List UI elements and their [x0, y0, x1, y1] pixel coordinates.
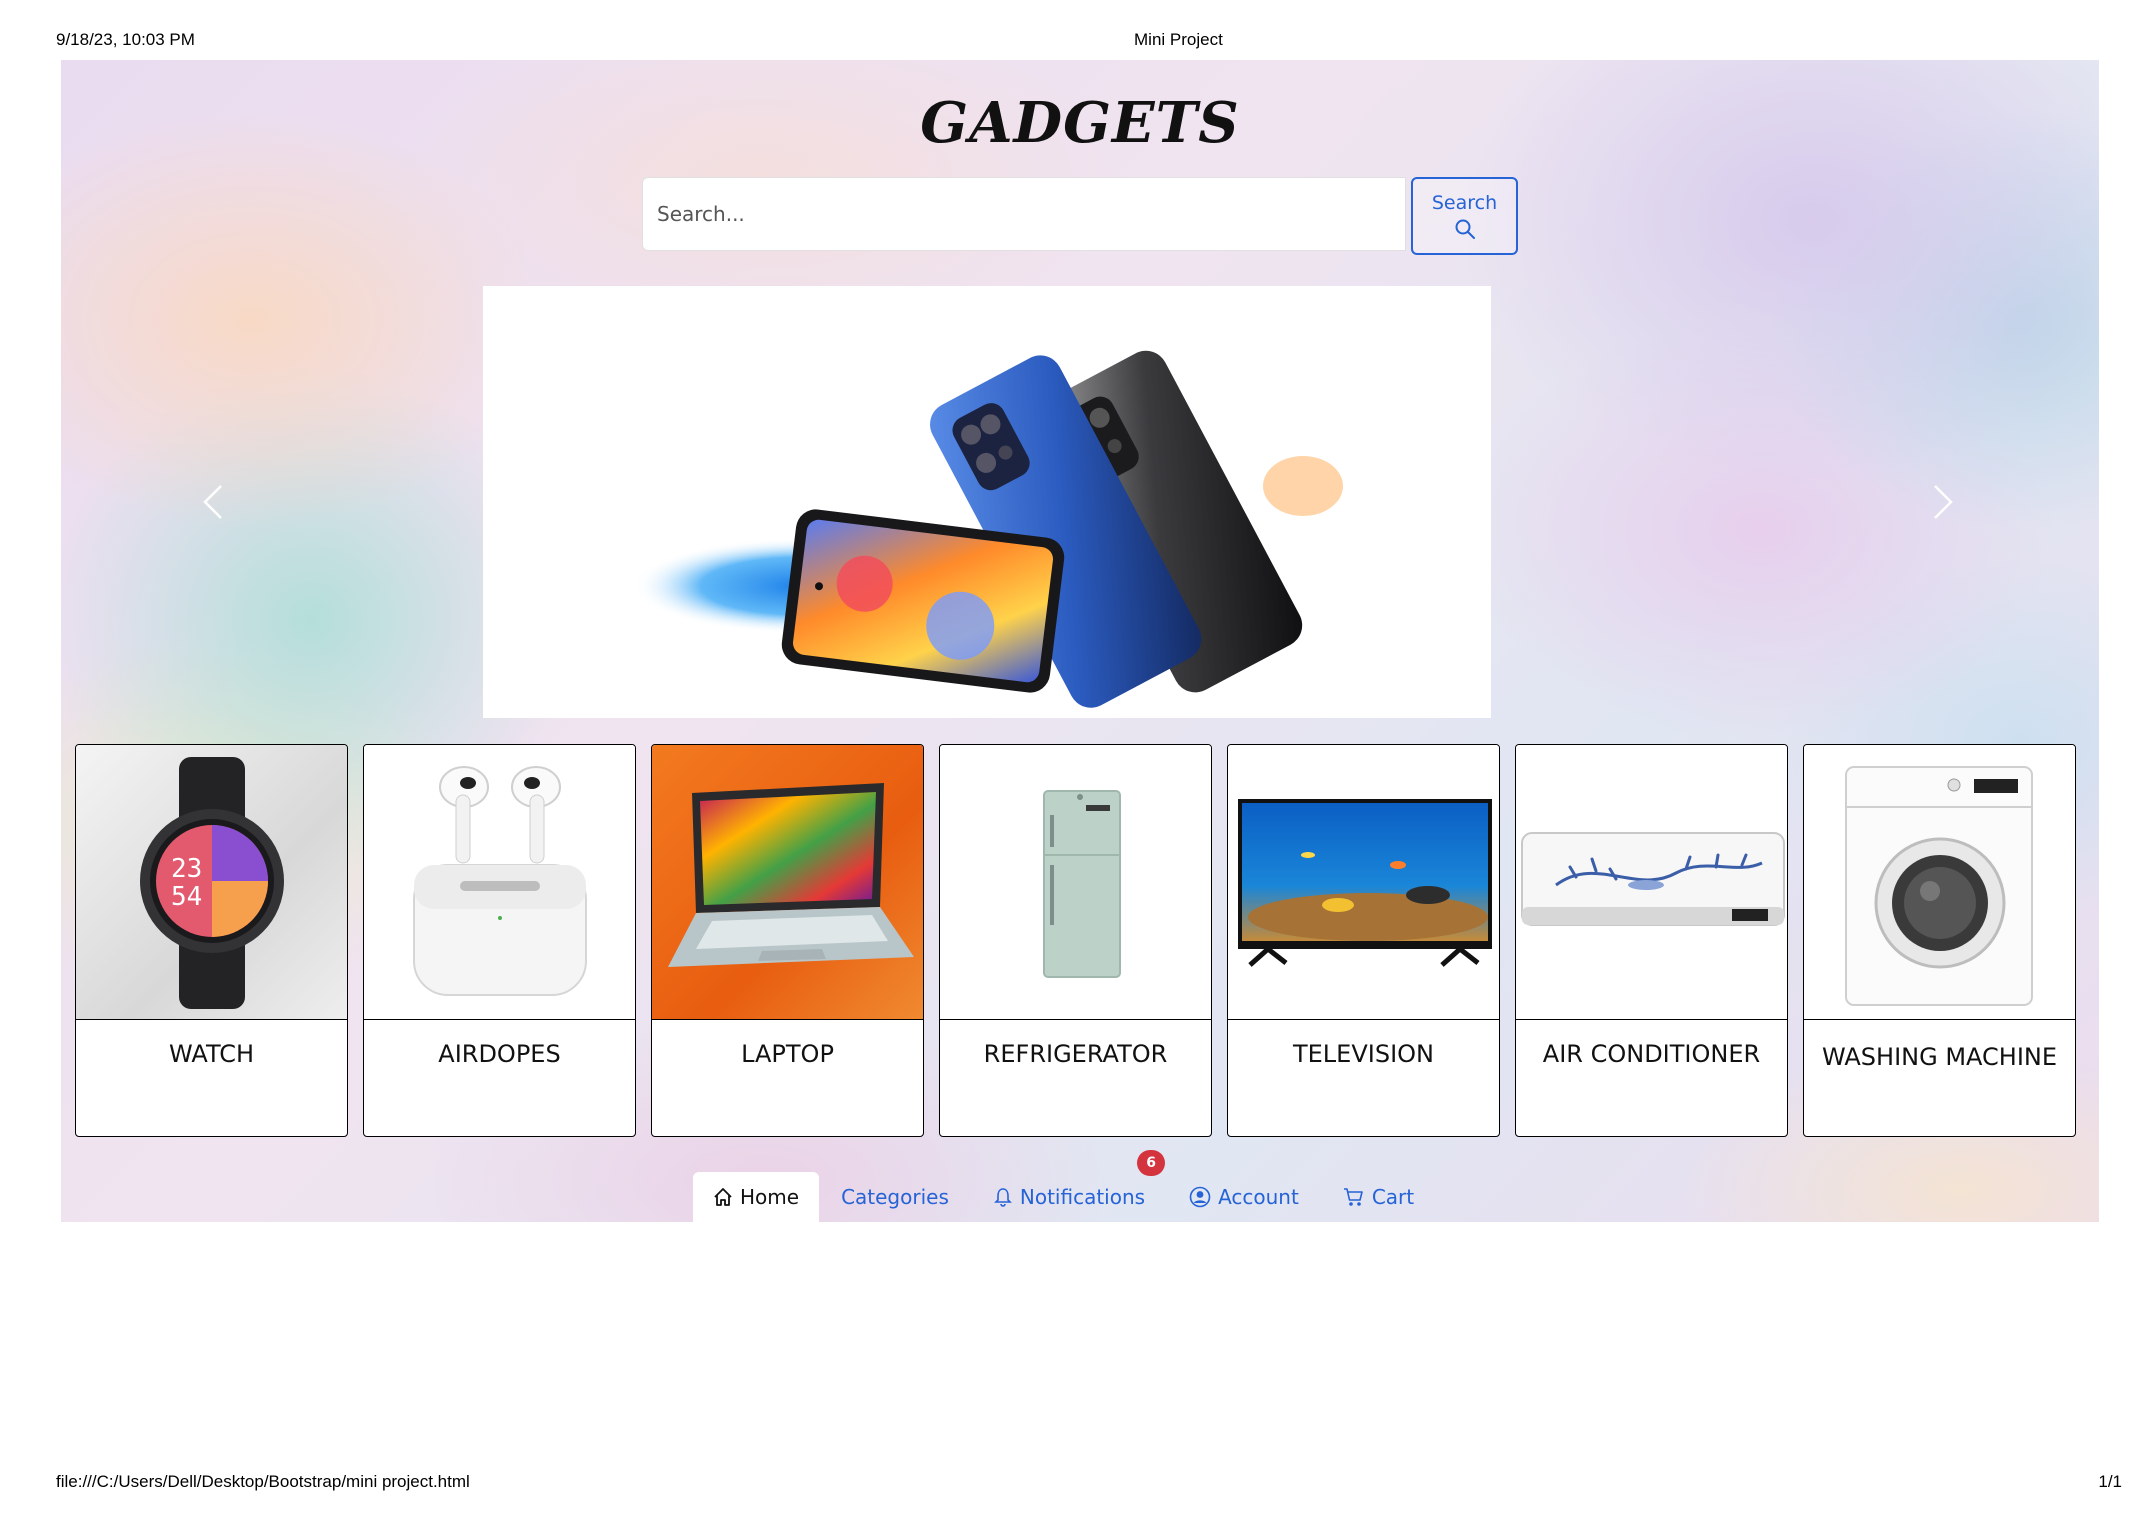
user-circle-icon	[1189, 1186, 1211, 1208]
svg-text:23: 23	[171, 854, 202, 884]
product-label-refrigerator: REFRIGERATOR	[940, 1019, 1211, 1136]
product-label-television: TELEVISION	[1228, 1019, 1499, 1136]
notifications-badge: 6	[1137, 1150, 1166, 1176]
nav-categories-label: Categories	[841, 1185, 949, 1209]
search-input[interactable]	[642, 177, 1406, 251]
product-card-laptop[interactable]: LAPTOP	[651, 744, 924, 1137]
nav-account[interactable]: Account	[1167, 1172, 1321, 1222]
nav-home-label: Home	[740, 1185, 800, 1209]
nav-account-label: Account	[1218, 1185, 1299, 1209]
home-icon	[714, 1188, 732, 1206]
nav-notifications[interactable]: Notifications 6	[971, 1150, 1167, 1222]
watch-image: 23 54	[76, 745, 347, 1019]
nav-notifications-label: Notifications	[1019, 1185, 1146, 1209]
product-card-refrigerator[interactable]: REFRIGERATOR	[939, 744, 1212, 1137]
nav-cart-label: Cart	[1371, 1185, 1415, 1209]
search-button-label: Search	[1431, 192, 1498, 214]
product-card-television[interactable]: TELEVISION	[1227, 744, 1500, 1137]
chevron-left-icon	[203, 485, 222, 519]
nav-home[interactable]: Home	[693, 1172, 820, 1222]
washing-machine-image	[1804, 745, 2075, 1019]
product-label-washing-machine: WASHING MACHINE	[1804, 1019, 2075, 1136]
television-image	[1228, 745, 1499, 1019]
product-label-airdopes: AIRDOPES	[364, 1019, 635, 1136]
search-icon	[1455, 219, 1475, 239]
chevron-right-icon	[1934, 485, 1953, 519]
nav-cart[interactable]: Cart	[1321, 1172, 1436, 1222]
product-label-air-conditioner: AIR CONDITIONER	[1516, 1019, 1787, 1136]
nav-categories[interactable]: Categories	[819, 1172, 971, 1222]
product-label-laptop: LAPTOP	[652, 1019, 923, 1136]
refrigerator-image	[940, 745, 1211, 1019]
carousel-slide-phones-image	[633, 350, 1343, 708]
web-page: GADGETS Search... Search 23 54 WATCH AIR…	[61, 60, 2099, 1222]
airdopes-image	[364, 745, 635, 1019]
carousel	[483, 286, 1491, 718]
product-card-watch[interactable]: 23 54 WATCH	[75, 744, 348, 1137]
site-logo: GADGETS	[920, 90, 1240, 156]
search-button[interactable]: Search	[1411, 177, 1518, 255]
laptop-image	[652, 745, 923, 1019]
air-conditioner-image	[1516, 745, 1787, 1019]
print-datetime: 9/18/23, 10:03 PM	[56, 30, 195, 49]
product-label-watch: WATCH	[76, 1019, 347, 1136]
print-page-number: 1/1	[2098, 1472, 2122, 1491]
cart-icon	[1343, 1188, 1363, 1206]
product-card-washing-machine[interactable]: WASHING MACHINE	[1803, 744, 2076, 1137]
bottom-nav: Home Categories Notifications 6 Account	[693, 1150, 1436, 1222]
print-doc-title: Mini Project	[1134, 30, 1223, 49]
product-card-air-conditioner[interactable]: AIR CONDITIONER	[1515, 744, 1788, 1137]
product-card-airdopes[interactable]: AIRDOPES	[363, 744, 636, 1137]
svg-text:54: 54	[171, 882, 202, 912]
print-url: file:///C:/Users/Dell/Desktop/Bootstrap/…	[56, 1472, 470, 1491]
carousel-prev-button[interactable]	[193, 472, 233, 532]
bell-icon	[993, 1188, 1012, 1207]
carousel-next-button[interactable]	[1923, 472, 1963, 532]
